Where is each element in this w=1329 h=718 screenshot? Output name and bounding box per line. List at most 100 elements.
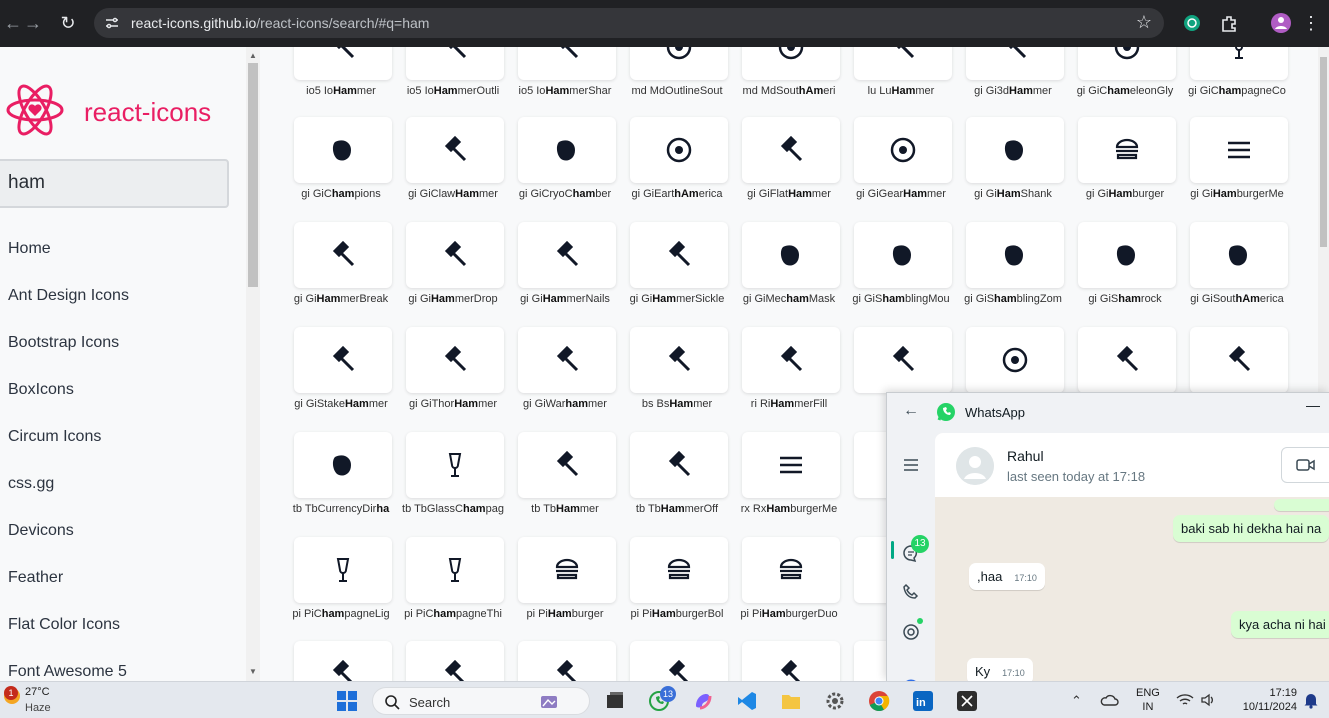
icon-preview[interactable]: [406, 641, 504, 681]
icon-tile[interactable]: gi GiHammerDrop: [397, 222, 509, 322]
icon-preview[interactable]: [294, 327, 392, 393]
icon-preview[interactable]: [294, 537, 392, 603]
icon-tile[interactable]: gi GiHamburgerMe: [1181, 117, 1293, 217]
taskbar-search[interactable]: Search: [372, 687, 590, 715]
icon-preview[interactable]: [518, 432, 616, 498]
icon-preview[interactable]: [518, 222, 616, 288]
icon-preview[interactable]: [966, 222, 1064, 288]
icon-tile[interactable]: bs BsHammer: [621, 327, 733, 427]
search-input[interactable]: [8, 172, 208, 194]
icon-tile[interactable]: gi GiShamblingMou: [845, 222, 957, 322]
icon-tile[interactable]: md MdOutlineSout: [621, 47, 733, 114]
icon-preview[interactable]: [742, 117, 840, 183]
settings-gear-icon[interactable]: [824, 690, 846, 712]
vscode-icon[interactable]: [736, 690, 758, 712]
icon-tile[interactable]: gi GiStakeHammer: [285, 327, 397, 427]
icon-preview[interactable]: [294, 432, 392, 498]
icon-tile[interactable]: pi PiChampagneLig: [285, 537, 397, 637]
sidebar-item-font-awesome-5[interactable]: Font Awesome 5: [8, 662, 129, 681]
sidebar-item-flat-color[interactable]: Flat Color Icons: [8, 615, 129, 662]
search-field[interactable]: [0, 159, 229, 208]
icon-preview[interactable]: [742, 537, 840, 603]
file-explorer-icon[interactable]: [780, 690, 802, 712]
icon-tile[interactable]: io5 IoHammerOutli: [397, 47, 509, 114]
icon-tile[interactable]: gi GiWarhammer: [509, 327, 621, 427]
scroll-down-arrow-icon[interactable]: ▼: [249, 667, 257, 676]
icon-tile[interactable]: tb TbGlassChampag: [397, 432, 509, 532]
icon-preview[interactable]: [742, 47, 840, 80]
icon-preview[interactable]: [630, 222, 728, 288]
profile-avatar-icon[interactable]: [1270, 12, 1292, 34]
copilot-icon[interactable]: [692, 690, 714, 712]
sidebar-item-home[interactable]: Home: [8, 239, 129, 286]
icon-tile[interactable]: [285, 641, 397, 681]
sidebar-scroll-thumb[interactable]: [248, 63, 258, 287]
icon-tile[interactable]: ri RiHammerFill: [733, 327, 845, 427]
message-bubble-outgoing[interactable]: kya acha ni hai: [1231, 611, 1329, 638]
icon-tile[interactable]: gi GiGearHammer: [845, 117, 957, 217]
icon-preview[interactable]: [630, 537, 728, 603]
sidebar-item-bootstrap[interactable]: Bootstrap Icons: [8, 333, 129, 380]
wifi-icon[interactable]: [1176, 693, 1194, 707]
icon-tile[interactable]: gi Gi3dHammer: [957, 47, 1069, 114]
icon-tile[interactable]: gi GiChampions: [285, 117, 397, 217]
address-bar[interactable]: react-icons.github.io/react-icons/search…: [94, 8, 1164, 38]
calls-icon[interactable]: [901, 582, 921, 602]
browser-menu-icon[interactable]: ⋮: [1300, 12, 1322, 34]
icon-preview[interactable]: [518, 117, 616, 183]
icon-preview[interactable]: [742, 432, 840, 498]
icon-preview[interactable]: [1190, 117, 1288, 183]
icon-tile[interactable]: [621, 641, 733, 681]
icon-tile[interactable]: tb TbHammerOff: [621, 432, 733, 532]
icon-preview[interactable]: [630, 117, 728, 183]
icon-tile[interactable]: pi PiHamburgerDuo: [733, 537, 845, 637]
icon-preview[interactable]: [406, 222, 504, 288]
icon-preview[interactable]: [406, 327, 504, 393]
icon-preview[interactable]: [742, 222, 840, 288]
message-bubble-incoming[interactable]: ,haa 17:10: [969, 563, 1045, 590]
onedrive-cloud-icon[interactable]: [1099, 692, 1119, 708]
site-settings-icon[interactable]: [104, 15, 120, 31]
icon-tile[interactable]: pi PiHamburgerBol: [621, 537, 733, 637]
icon-preview[interactable]: [854, 222, 952, 288]
sidebar-scrollbar[interactable]: ▲ ▼: [246, 47, 260, 681]
icon-preview[interactable]: [518, 537, 616, 603]
sidebar-item-circum[interactable]: Circum Icons: [8, 427, 129, 474]
message-bubble-incoming[interactable]: Ky 17:10: [967, 658, 1033, 681]
icon-tile[interactable]: gi GiShamblingZom: [957, 222, 1069, 322]
icon-preview[interactable]: [630, 327, 728, 393]
minimize-icon[interactable]: —: [1306, 397, 1320, 413]
message-bubble-outgoing[interactable]: baki sab hi dekha hai na: [1173, 515, 1329, 542]
icon-tile[interactable]: io5 IoHammer: [285, 47, 397, 114]
icon-preview[interactable]: [966, 327, 1064, 393]
icon-tile[interactable]: gi GiEarthAmerica: [621, 117, 733, 217]
icon-preview[interactable]: [630, 47, 728, 80]
icon-tile[interactable]: [397, 641, 509, 681]
sidebar-item-feather[interactable]: Feather: [8, 568, 129, 615]
notification-bell-icon[interactable]: [1303, 691, 1319, 709]
chrome-icon[interactable]: [868, 690, 890, 712]
icon-preview[interactable]: [406, 117, 504, 183]
bookmark-star-icon[interactable]: ☆: [1136, 12, 1152, 33]
back-arrow-icon[interactable]: ←: [903, 402, 919, 420]
icon-tile[interactable]: gi GiSouthAmerica: [1181, 222, 1293, 322]
icon-preview[interactable]: [294, 641, 392, 681]
icon-preview[interactable]: [1190, 47, 1288, 80]
page-scroll-thumb[interactable]: [1320, 57, 1327, 247]
linkedin-icon[interactable]: in: [912, 690, 934, 712]
icon-tile[interactable]: rx RxHamburgerMe: [733, 432, 845, 532]
icon-preview[interactable]: [1078, 117, 1176, 183]
icon-preview[interactable]: [966, 117, 1064, 183]
icon-preview[interactable]: [854, 117, 952, 183]
scroll-up-arrow-icon[interactable]: ▲: [249, 51, 257, 60]
extension-openai-icon[interactable]: [1181, 12, 1203, 34]
menu-icon[interactable]: [901, 455, 921, 475]
sidebar-item-devicons[interactable]: Devicons: [8, 521, 129, 568]
language-indicator[interactable]: ENG IN: [1136, 686, 1160, 714]
video-call-button[interactable]: [1281, 447, 1329, 483]
icon-tile[interactable]: tb TbCurrencyDirha: [285, 432, 397, 532]
icon-tile[interactable]: gi GiThorHammer: [397, 327, 509, 427]
icon-preview[interactable]: [854, 327, 952, 393]
sidebar-item-boxicons[interactable]: BoxIcons: [8, 380, 129, 427]
icon-preview[interactable]: [294, 117, 392, 183]
